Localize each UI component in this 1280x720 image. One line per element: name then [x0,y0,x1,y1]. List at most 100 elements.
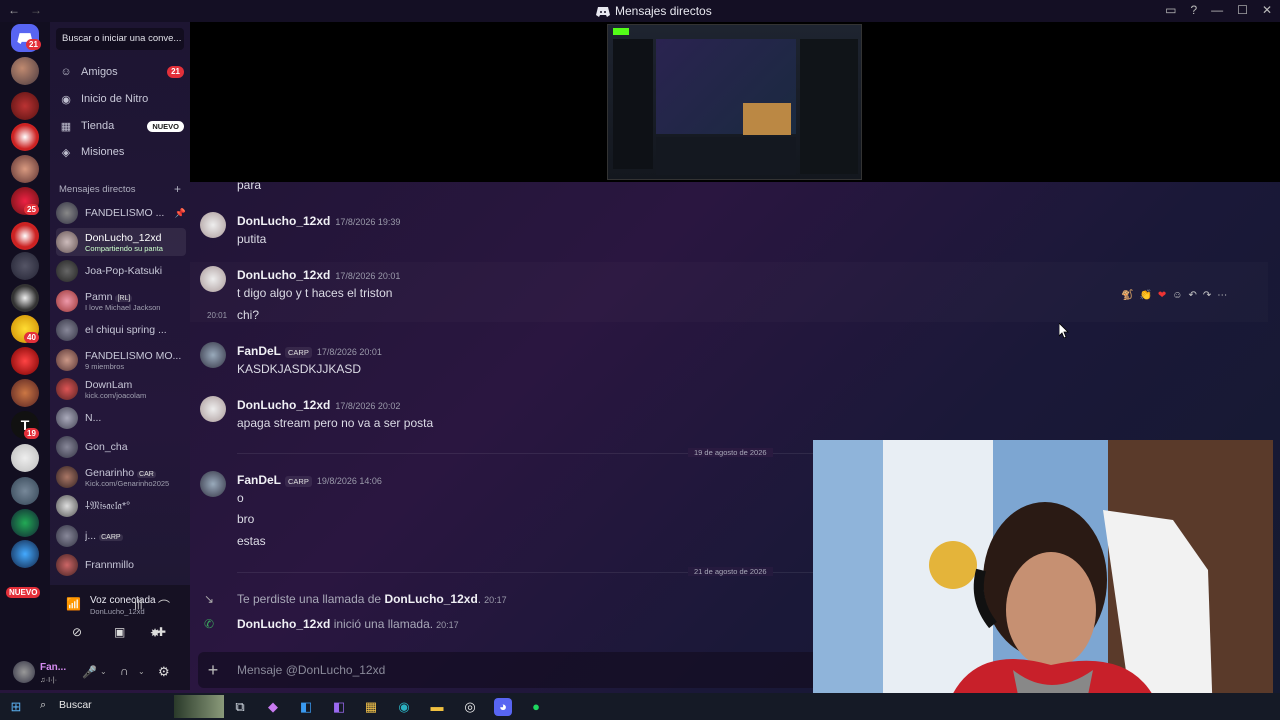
message-input[interactable]: Mensaje @DonLucho_12xd [237,663,385,677]
file-explorer-icon[interactable]: ▬ [428,698,446,716]
taskbar-search[interactable]: Buscar [59,699,92,711]
server-icon[interactable] [11,57,39,85]
server-icon[interactable] [11,222,39,250]
forward-icon[interactable]: ↷ [1203,290,1211,301]
avatar[interactable] [200,266,226,292]
search-conversation-input[interactable]: Buscar o iniciar una conve... [56,28,184,50]
video-off-icon[interactable]: ⊘ [72,625,82,639]
author-name[interactable]: DonLucho_12xd [237,214,330,228]
shared-screen-preview[interactable] [607,24,862,180]
avatar[interactable] [200,396,226,422]
server-icon[interactable] [11,155,39,183]
user-avatar[interactable] [13,661,35,683]
add-reaction-icon[interactable]: ☺ [1172,290,1182,301]
avatar [56,407,78,429]
author-name[interactable]: DonLucho_12xd [237,398,330,412]
avatar [56,231,78,253]
avatar [56,554,78,576]
author-name[interactable]: FanDeL [237,473,281,487]
edge-icon[interactable]: ◉ [395,698,413,716]
copilot-icon[interactable]: ◆ [264,698,282,716]
spotify-icon[interactable]: ● [527,698,545,716]
discord-taskbar-icon[interactable]: ◕ [494,698,512,716]
nav-quests[interactable]: ◈ Misiones [58,140,184,164]
store-icon[interactable]: ▦ [362,698,380,716]
back-arrow-icon[interactable]: ← [8,3,20,17]
video-off-icon[interactable] [21,625,43,643]
server-icon[interactable] [11,347,39,375]
date-divider-label: 19 de agosto de 2026 [688,448,773,457]
add-dm-icon[interactable]: + [174,182,181,196]
dm-item[interactable]: FANDELISMO ... 📌 [56,199,186,227]
role-tag: CARP [285,476,312,487]
minimize-button[interactable]: — [1211,3,1223,17]
chevron-down-icon[interactable]: ⌄ [100,667,107,676]
dm-item[interactable]: DownLam kick.com/joacolam [56,375,186,403]
author-name[interactable]: DonLucho_12xd [237,268,330,282]
server-icon[interactable] [11,540,39,568]
reply-icon[interactable]: ↶ [1189,290,1197,301]
help-icon[interactable]: ? [1190,3,1197,17]
nav-shop[interactable]: ▦ Tienda NUEVO [58,114,184,138]
role-tag: CARP [285,347,312,358]
author-name[interactable]: FanDeL [237,344,281,358]
server-icon[interactable] [11,252,39,280]
server-icon[interactable] [11,477,39,505]
headphones-icon[interactable]: ∩ [120,664,129,678]
windows-start-icon[interactable]: ⊞ [7,698,25,716]
more-options-icon[interactable]: ⋯ [1217,290,1227,301]
reaction-emoji[interactable]: 👏 [1139,290,1151,301]
server-icon[interactable] [11,444,39,472]
settings-gear-icon[interactable]: ⚙ [158,664,170,680]
maximize-button[interactable]: ☐ [1237,3,1248,17]
vscode-icon[interactable]: ◧ [297,698,315,716]
screen-share-icon[interactable]: ▣ [114,625,125,639]
dm-item[interactable]: Pamn [RL] I love Michael Jackson [56,287,186,315]
shop-icon: ▦ [60,120,72,133]
server-icon[interactable] [11,123,39,151]
close-button[interactable]: ✕ [1262,3,1272,17]
dm-item[interactable]: Joa-Pop-Katsuki [56,257,186,285]
pin-icon: 📌 [174,207,186,218]
avatar[interactable] [200,342,226,368]
visual-studio-icon[interactable]: ◧ [330,698,348,716]
avatar[interactable] [200,471,226,497]
dm-item-selected[interactable]: DonLucho_12xd Compartiendo su panta [56,228,186,256]
message-text: para [237,178,262,192]
dm-item[interactable]: ⸸𝔐𝔦𝔰𝔞𝔢𝔩𝔞*° [56,492,186,520]
task-view-icon[interactable]: ⧉ [231,698,249,716]
server-icon[interactable] [11,379,39,407]
chevron-down-icon[interactable]: ⌄ [138,667,145,676]
server-icon[interactable] [11,92,39,120]
heart-reaction-icon[interactable]: ❤ [1158,290,1166,301]
avatar [56,525,78,547]
forward-arrow-icon[interactable]: → [30,3,42,17]
dm-item[interactable]: Frannmillo [56,551,186,579]
dm-item[interactable]: el chiqui spring ... [56,316,186,344]
webcam-video [813,440,1273,720]
voice-status: Voz conectada [90,595,156,606]
dm-item[interactable]: N... [56,404,186,432]
dm-item[interactable]: Genarinho CAR Kick.com/Genarinho2025 [56,463,186,491]
server-icon[interactable] [11,509,39,537]
reaction-emoji[interactable]: 🐒 [1121,290,1133,301]
avatar [56,466,78,488]
inbox-icon[interactable]: ▭ [1165,3,1176,17]
nav-nitro[interactable]: ◉ Inicio de Nitro [58,87,184,111]
screen-share-stream[interactable] [190,22,1280,182]
add-attachment-icon[interactable]: + [198,660,228,681]
disconnect-icon[interactable]: ⌒ [158,597,170,614]
soundboard-icon[interactable]: ✸ [150,626,160,640]
dm-item[interactable]: j... CARP [56,522,186,550]
avatar[interactable] [200,212,226,238]
caller-name[interactable]: DonLucho_12xd [237,617,330,631]
obs-icon[interactable]: ◎ [461,698,479,716]
dm-item[interactable]: Gon_cha [56,433,186,461]
server-icon[interactable] [11,284,39,312]
noise-icon[interactable]: ||| [134,598,143,610]
avatar [56,202,78,224]
caller-name[interactable]: DonLucho_12xd [384,592,477,606]
microphone-icon[interactable]: 🎤 [82,665,97,679]
dm-item[interactable]: FANDELISMO MO... 9 miembros [56,346,186,374]
nav-friends[interactable]: ☺ Amigos 21 [58,60,184,84]
